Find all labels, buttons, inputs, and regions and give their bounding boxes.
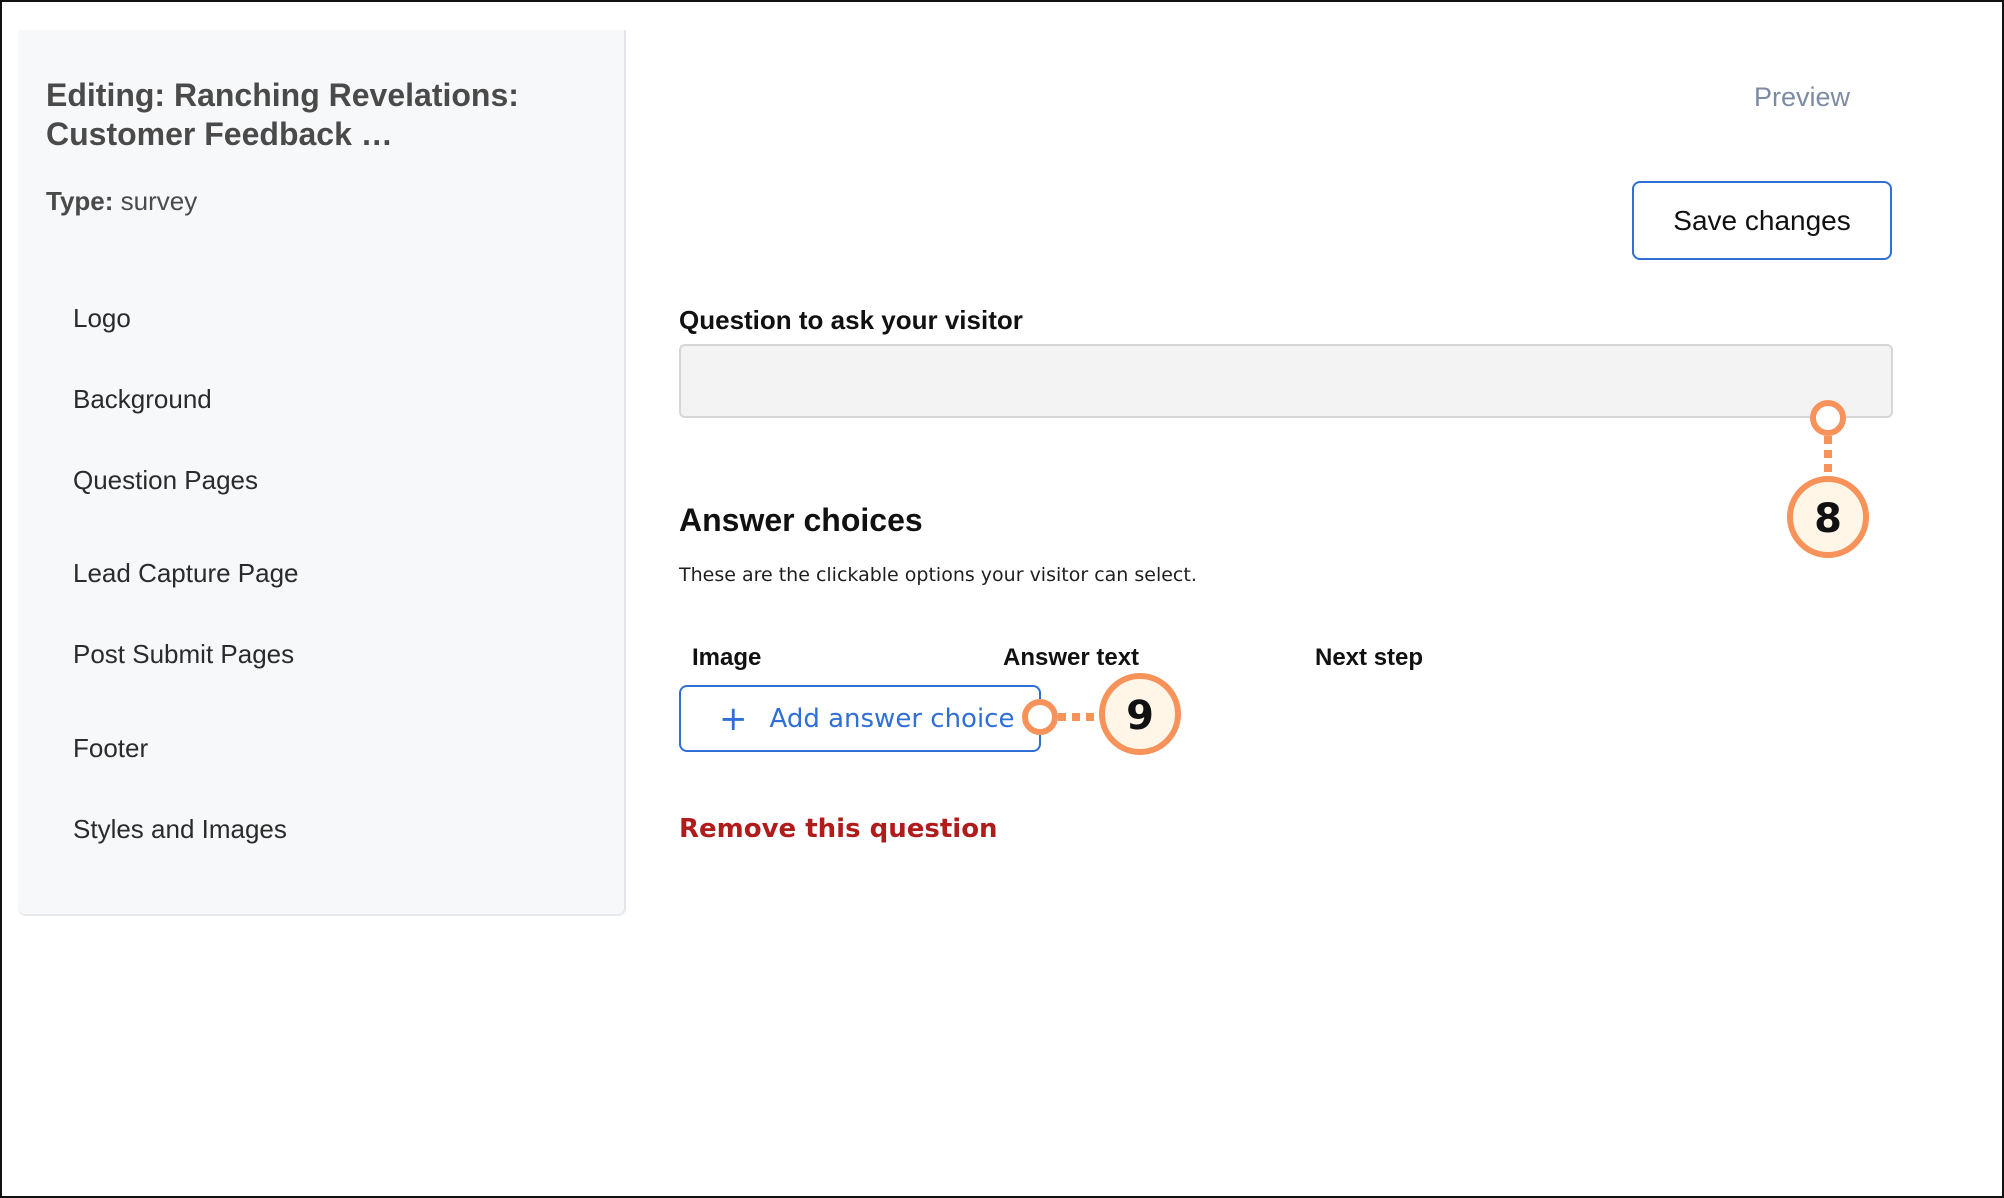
callout-9-number: 9 xyxy=(1126,693,1154,739)
callout-8: 8 xyxy=(1787,400,1869,558)
callout-8-number: 8 xyxy=(1814,496,1842,542)
callout-overlay: 8 9 xyxy=(1022,400,1869,755)
callout-9: 9 xyxy=(1022,673,1181,755)
